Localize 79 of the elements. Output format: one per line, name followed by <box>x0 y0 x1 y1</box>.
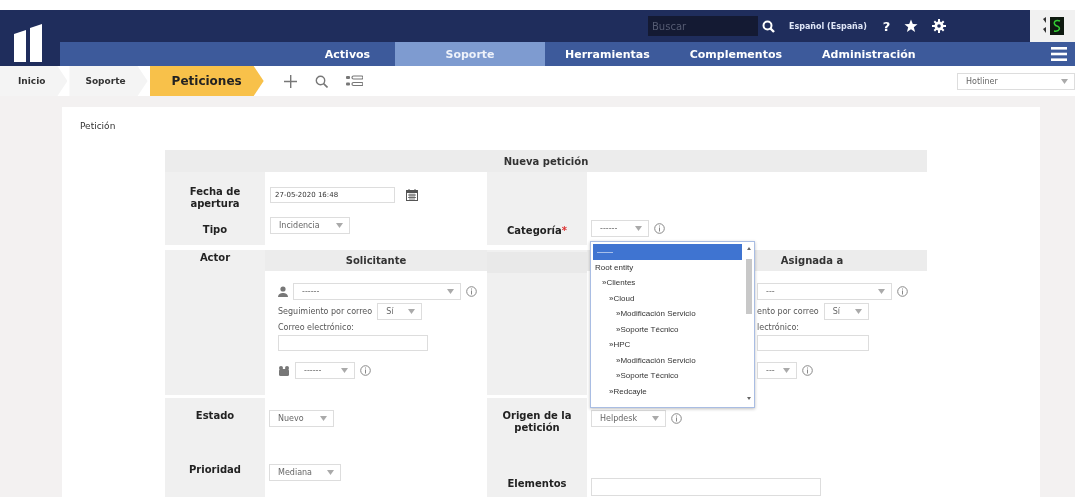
email-follow-select[interactable]: Sí <box>377 303 423 320</box>
form-title: Nueva petición <box>503 155 589 167</box>
priority-select[interactable]: Mediana <box>269 464 341 481</box>
email-field[interactable] <box>757 335 869 351</box>
field-label: Prioridad <box>189 464 241 476</box>
nav-tab[interactable]: Herramientas <box>545 42 670 66</box>
settings-icon[interactable] <box>932 19 947 33</box>
group-select[interactable]: ------ <box>295 362 355 379</box>
nav-tab[interactable]: Activos <box>300 42 395 66</box>
page-title: Petición <box>80 121 116 131</box>
field-label: Elementos <box>507 478 567 490</box>
add-icon[interactable] <box>283 74 297 88</box>
nav-tab[interactable]: Complementos <box>669 42 803 66</box>
breadcrumb-link[interactable]: Soporte <box>69 66 148 96</box>
caret-icon <box>341 368 348 373</box>
profile-select[interactable]: Hotliner <box>957 72 1075 90</box>
field-label: Origen de la petición <box>501 410 573 434</box>
dropdown-option[interactable]: »Redcayle <box>591 383 744 399</box>
caret-icon <box>635 226 642 231</box>
status-select[interactable]: Nuevo <box>269 410 334 427</box>
language-link[interactable]: Español (España) <box>789 21 867 31</box>
field-label: Estado <box>195 410 235 422</box>
required-mark: * <box>561 225 567 236</box>
dropdown-option[interactable]: »Soporte Técnico <box>591 368 744 384</box>
email-follow-select[interactable]: Sí <box>823 303 869 320</box>
info-icon[interactable] <box>466 286 477 297</box>
help-link[interactable]: ? <box>882 18 891 34</box>
caret-icon <box>408 309 416 314</box>
star-icon[interactable] <box>904 19 919 33</box>
user-select[interactable]: --- <box>757 283 892 300</box>
calendar-icon[interactable] <box>406 189 418 201</box>
dropdown-option[interactable]: —— <box>593 244 742 260</box>
list-icon[interactable] <box>345 75 363 87</box>
info-icon[interactable] <box>897 286 908 297</box>
search-icon[interactable] <box>762 19 775 33</box>
dropdown-option[interactable]: »Clientes <box>591 275 744 291</box>
field-label: Actor <box>199 252 231 264</box>
dropdown-option[interactable]: »Soporte Técnico <box>591 321 744 337</box>
field-label: Categoría <box>507 225 562 237</box>
email-field[interactable] <box>278 335 428 351</box>
caret-icon <box>327 470 334 475</box>
caret-icon <box>854 309 862 314</box>
type-select[interactable]: Incidencia <box>270 217 350 234</box>
group-select[interactable]: --- <box>757 362 797 379</box>
origin-select[interactable]: Helpdesk <box>591 410 666 427</box>
status-widget-drawing[interactable] <box>1030 10 1075 42</box>
field-label: ento por correo <box>757 307 819 316</box>
info-icon[interactable] <box>360 365 371 376</box>
field-label: Correo electrónico: <box>278 323 355 332</box>
field-label: lectrónico: <box>757 323 800 332</box>
caret-icon <box>652 416 659 421</box>
menu-icon[interactable] <box>1051 47 1067 61</box>
field-label: Fecha de apertura <box>188 185 242 210</box>
dropdown-option[interactable]: »Cloud <box>591 290 744 306</box>
info-icon[interactable] <box>802 365 813 376</box>
dropdown-option[interactable]: »HPC <box>591 337 744 353</box>
nav-tab[interactable]: Administración <box>802 42 936 66</box>
user-select[interactable]: ------ <box>293 283 461 300</box>
category-dropdown[interactable]: —— Root entity »Clientes »Cloud »Modificación Servicio »Soporte Técnico »HPC »Modificación Servicio »Soporte Técnico »Redcayle <box>590 241 755 408</box>
field-label: Tipo <box>202 223 228 236</box>
breadcrumb-link[interactable]: Peticiones <box>149 66 264 96</box>
user-icon <box>278 286 288 297</box>
field-label: Seguimiento por correo <box>278 307 373 316</box>
column-header: Solicitante <box>265 250 487 271</box>
caret-icon <box>447 289 454 294</box>
caret-icon <box>1061 78 1068 84</box>
group-icon <box>278 365 290 376</box>
breadcrumb-link[interactable]: Inicio <box>0 66 68 96</box>
info-icon[interactable] <box>671 413 682 424</box>
search-field[interactable]: Buscar <box>648 16 758 36</box>
info-icon[interactable] <box>654 223 665 234</box>
caret-icon <box>878 289 885 294</box>
dropdown-option[interactable]: »Modificación Servicio <box>591 352 744 368</box>
caret-icon <box>320 416 327 421</box>
logo-icon[interactable] <box>14 24 44 62</box>
dropdown-option[interactable]: »Modificación Servicio <box>591 306 744 322</box>
caret-icon <box>783 368 790 373</box>
caret-icon <box>336 223 343 228</box>
category-select[interactable]: ------ <box>591 220 649 237</box>
